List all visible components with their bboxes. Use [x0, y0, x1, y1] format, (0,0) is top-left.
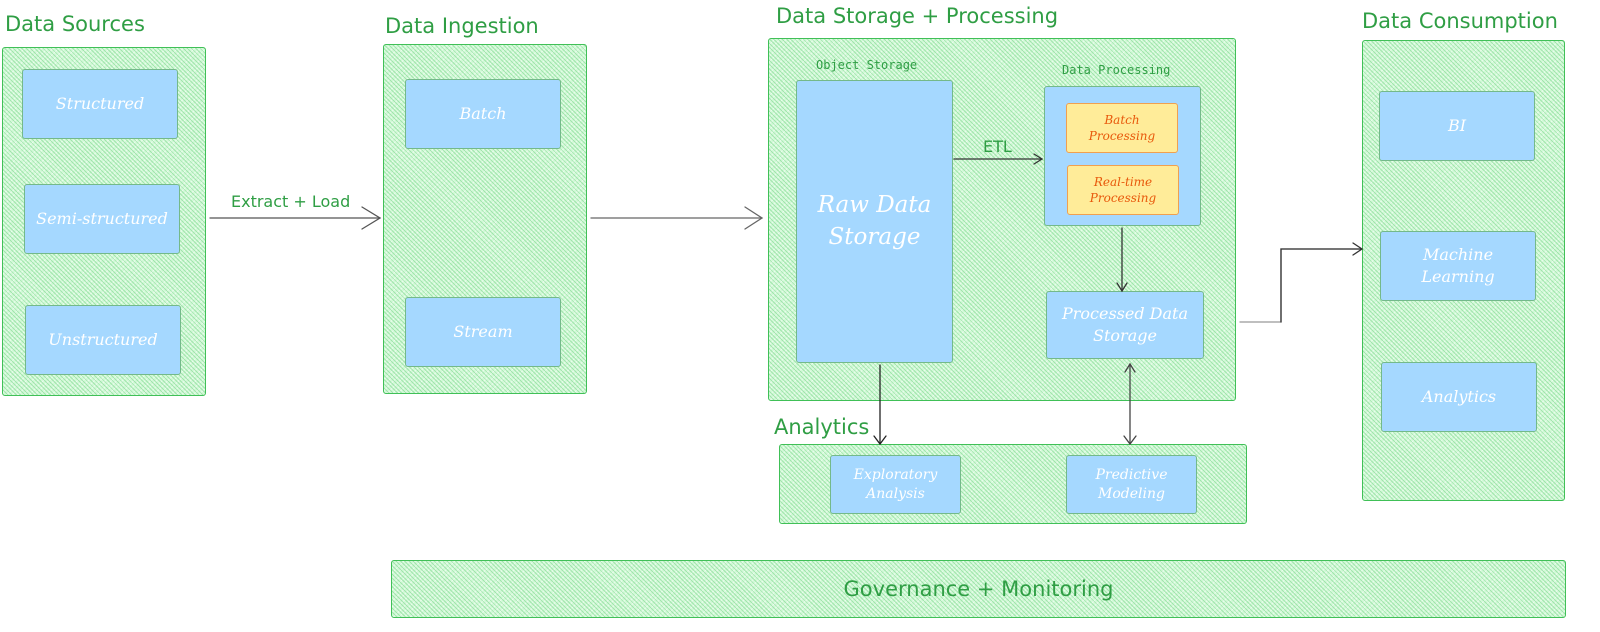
arrow-ingestion-to-storage	[590, 206, 764, 230]
arrow-processed-storage-to-consumption	[1239, 242, 1364, 323]
arrow-processing-to-processed-storage	[1116, 227, 1128, 293]
arrow-processed-storage-predictive-bidirectional	[1123, 362, 1137, 446]
connector-layer	[209, 153, 1364, 446]
arrow-raw-storage-to-exploratory	[873, 364, 887, 446]
arrow-etl	[953, 153, 1044, 165]
arrow-sources-to-ingestion	[209, 206, 382, 230]
